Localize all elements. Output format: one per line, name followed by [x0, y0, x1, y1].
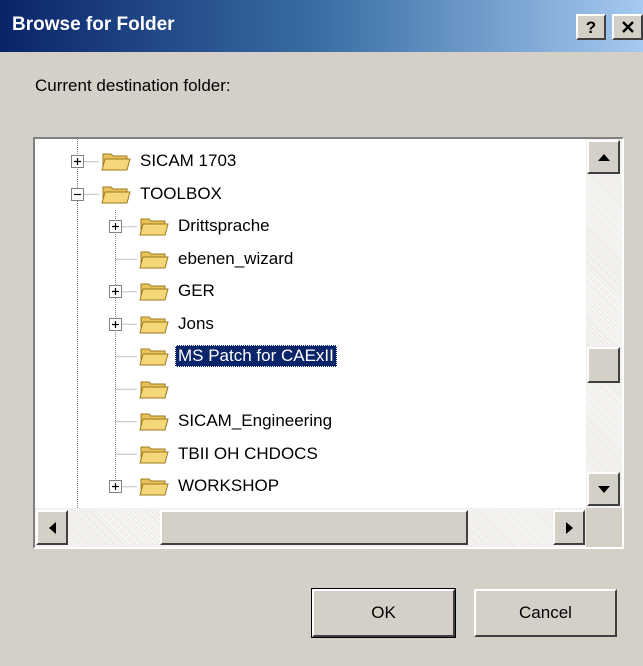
- folder-icon: [139, 381, 169, 399]
- tree-item[interactable]: TBII OH CHDOCS: [139, 439, 321, 469]
- title-bar[interactable]: Browse for Folder ?: [0, 0, 643, 52]
- cancel-button[interactable]: Cancel: [474, 589, 617, 637]
- scroll-up-button[interactable]: [587, 140, 620, 174]
- folder-icon: [139, 446, 169, 464]
- scroll-down-button[interactable]: [587, 472, 620, 506]
- minus-box-icon: [74, 193, 81, 195]
- tree-item[interactable]: TOOLBOX: [101, 179, 225, 209]
- folder-icon: [139, 283, 169, 301]
- tree-item[interactable]: GER: [139, 276, 218, 306]
- tree-item-label: SICAM 1703: [140, 151, 237, 171]
- expand-node-button[interactable]: [109, 317, 122, 331]
- horizontal-scroll-thumb[interactable]: [160, 510, 468, 545]
- horizontal-scrollbar[interactable]: [35, 508, 586, 547]
- expand-node-button[interactable]: [109, 220, 122, 234]
- svg-text:?: ?: [586, 18, 596, 37]
- tree-item[interactable]: WORKSHOP: [139, 471, 282, 501]
- scrollbar-corner: [586, 508, 622, 547]
- expand-node-button[interactable]: [109, 480, 122, 494]
- folder-icon: [139, 251, 169, 269]
- tree-item-label: Jons: [178, 313, 214, 333]
- scroll-left-button[interactable]: [36, 510, 68, 545]
- tree-item[interactable]: Jons: [139, 309, 217, 339]
- scroll-right-button[interactable]: [553, 510, 585, 545]
- destination-folder-label: Current destination folder:: [35, 76, 231, 95]
- close-button[interactable]: [612, 14, 643, 40]
- plus-box-icon: [112, 483, 119, 491]
- arrow-left-icon: [48, 521, 56, 534]
- tree-item[interactable]: SICAM 1703: [101, 146, 239, 176]
- plus-box-icon: [112, 288, 119, 296]
- help-button[interactable]: ?: [576, 14, 606, 40]
- expand-node-button[interactable]: [71, 155, 84, 169]
- plus-box-icon: [74, 158, 81, 166]
- ok-button[interactable]: OK: [311, 588, 456, 638]
- folder-icon: [139, 413, 169, 431]
- plus-box-icon: [112, 223, 119, 231]
- tree-item-label: Drittsprache: [178, 216, 270, 236]
- tree-item[interactable]: MS Patch for CAExII: [139, 341, 337, 371]
- tree-item-label: GER: [178, 281, 215, 301]
- tree-item[interactable]: Drittsprache: [139, 211, 273, 241]
- folder-icon: [101, 153, 131, 171]
- browse-for-folder-dialog: Browse for Folder ? Current destination …: [0, 0, 643, 666]
- folder-tree-viewport: SICAM 1703 TOOLBOX Drittsprache ebenen_wiza…: [35, 139, 586, 508]
- tree-item[interactable]: SICAM_Engineering: [139, 406, 335, 436]
- tree-item-label: TBII OH CHDOCS: [178, 443, 318, 463]
- expand-node-button[interactable]: [109, 285, 122, 299]
- folder-icon: [139, 316, 169, 334]
- close-icon: [621, 21, 634, 33]
- folder-icon: [101, 186, 131, 204]
- tree-item-label: TOOLBOX: [140, 183, 222, 203]
- arrow-right-icon: [565, 521, 573, 534]
- tree-item-label: ebenen_wizard: [178, 248, 294, 268]
- tree-item-label: WORKSHOP: [178, 476, 280, 496]
- collapse-node-button[interactable]: [71, 187, 84, 201]
- folder-icon: [139, 348, 169, 366]
- question-mark-icon: ?: [586, 18, 596, 37]
- tree-item-label: MS Patch for CAExII: [175, 345, 337, 368]
- window-title: Browse for Folder: [12, 14, 175, 35]
- folder-icon: [139, 478, 169, 496]
- tree-item-label: SICAM_Engineering: [178, 411, 333, 431]
- tree-item[interactable]: ebenen_wizard: [139, 244, 296, 274]
- folder-icon: [139, 218, 169, 236]
- vertical-scroll-thumb[interactable]: [587, 347, 620, 383]
- plus-box-icon: [112, 320, 119, 328]
- folder-tree[interactable]: SICAM 1703 TOOLBOX Drittsprache ebenen_wiza…: [33, 137, 624, 549]
- tree-item-label: [175, 388, 181, 390]
- arrow-up-icon: [597, 153, 610, 161]
- vertical-scrollbar[interactable]: [586, 139, 622, 508]
- tree-item[interactable]: [139, 374, 181, 404]
- arrow-down-icon: [597, 485, 610, 493]
